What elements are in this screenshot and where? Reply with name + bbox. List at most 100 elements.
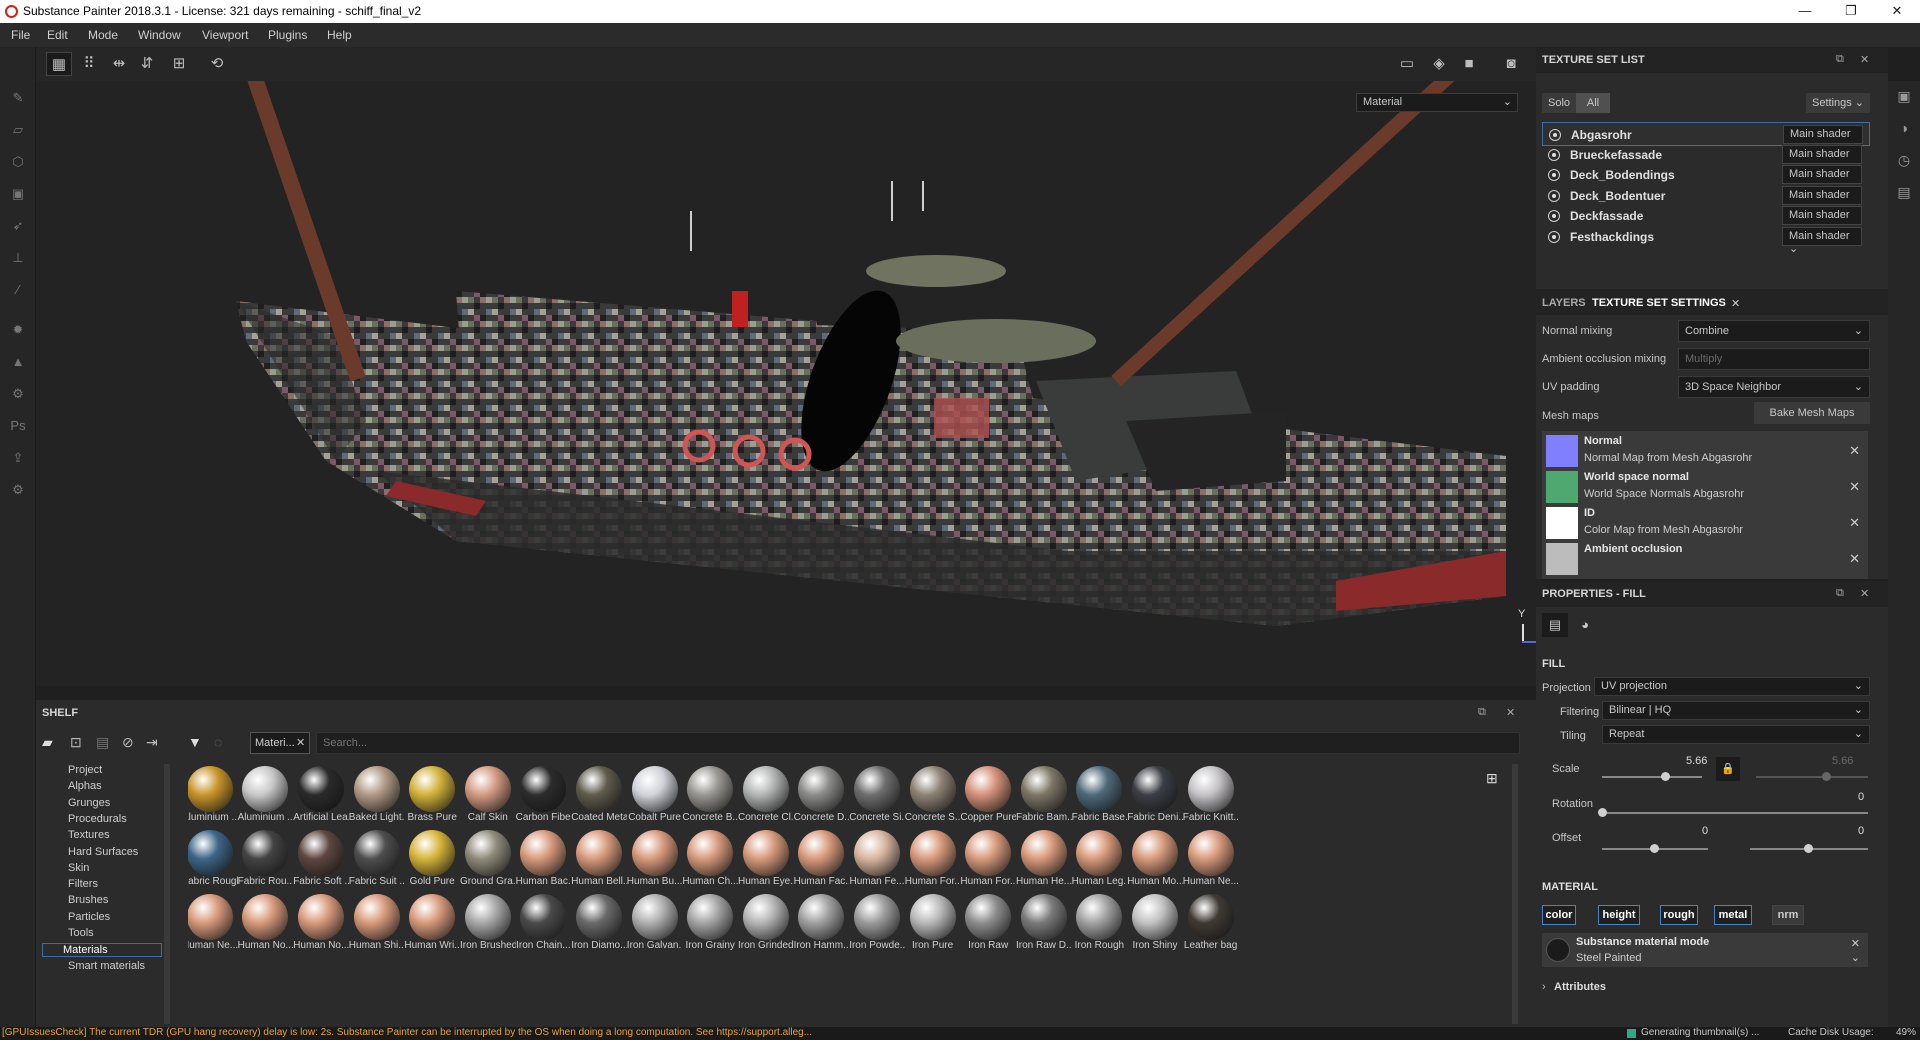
texture-set-row[interactable]: Festhackdings Main shader ⌄ (1542, 225, 1870, 255)
eraser-icon[interactable]: ▱ (9, 121, 27, 139)
shelf-category-item[interactable]: Particles (68, 911, 110, 923)
menu-viewport[interactable]: Viewport (202, 28, 248, 42)
close-panel-icon[interactable]: ✕ (1506, 706, 1515, 719)
shader-select[interactable]: Main shader ⌄ (1782, 206, 1862, 234)
mesh-map-item[interactable]: Ambient occlusion ✕ (1542, 539, 1868, 579)
shelf-category-item[interactable]: Grunges (68, 797, 110, 809)
gpu-warning-text[interactable]: [GPUIssuesCheck] The current TDR (GPU ha… (2, 1027, 812, 1038)
camera-video-icon[interactable]: ■ (1456, 52, 1482, 76)
display-settings-icon[interactable]: ▣ (1895, 87, 1913, 105)
3d-viewport[interactable]: Material ⌄ Y Z (36, 81, 1536, 686)
bake-mesh-maps-button[interactable]: Bake Mesh Maps (1754, 402, 1870, 424)
3d-view-icon[interactable]: ◈ (1426, 52, 1452, 76)
visibility-radio-icon[interactable] (1549, 129, 1561, 141)
float-panel-icon[interactable]: ⧉ (1836, 587, 1844, 600)
channel-nrm-toggle[interactable]: nrm (1772, 905, 1804, 925)
remove-mesh-map-icon[interactable]: ✕ (1849, 515, 1860, 531)
channel-metal-toggle[interactable]: metal (1714, 905, 1752, 925)
multi-grid-icon[interactable]: ⠿ (76, 52, 102, 76)
solo-button[interactable]: Solo (1542, 93, 1576, 113)
normal-mixing-select[interactable]: Combine ⌄ (1678, 320, 1870, 342)
hide-icon[interactable]: ⊘ (122, 734, 134, 751)
settings-icon[interactable]: ⚙ (9, 385, 27, 403)
float-panel-icon[interactable]: ⧉ (1836, 53, 1844, 66)
visibility-radio-icon[interactable] (1548, 169, 1560, 181)
filtering-select[interactable]: Bilinear | HQ ⌄ (1602, 701, 1870, 720)
offset-y-slider-handle[interactable] (1804, 844, 1813, 853)
symmetry-y-icon[interactable]: ⇵ (134, 52, 160, 76)
shelf-category-item[interactable]: Skin (68, 862, 89, 874)
shelf-category-item[interactable]: Tools (68, 927, 94, 939)
shelf-category-item[interactable]: Alphas (68, 780, 102, 792)
fill-properties-icon[interactable]: ▤ (1542, 613, 1568, 637)
substance-material-mode-card[interactable]: Substance material mode Steel Painted ✕ … (1542, 933, 1868, 967)
close-panel-icon[interactable]: ✕ (1860, 587, 1869, 600)
grid-view-icon[interactable]: ▦ (46, 52, 72, 76)
tab-layers[interactable]: LAYERS (1542, 297, 1586, 309)
scale-slider-handle[interactable] (1661, 772, 1670, 781)
menu-file[interactable]: File (11, 28, 30, 42)
shelf-category-item[interactable]: Procedurals (68, 813, 127, 825)
material-thumbnail[interactable]: Iron Rough (1072, 892, 1128, 968)
material-thumbnail[interactable]: Iron Hamm... (794, 892, 849, 968)
visibility-radio-icon[interactable] (1548, 210, 1560, 222)
viewport-mode-select[interactable]: Material ⌄ (1356, 93, 1518, 112)
smudge-icon[interactable]: ➶ (9, 217, 27, 235)
chevron-right-icon[interactable]: › (1542, 981, 1546, 993)
bake-icon[interactable]: ✹ (9, 321, 27, 339)
bell-icon[interactable]: ▲ (9, 353, 27, 371)
add-frame-icon[interactable]: ⊞ (166, 52, 192, 76)
attributes-section[interactable]: Attributes (1554, 981, 1606, 993)
refresh-icon[interactable]: ◌ (214, 734, 222, 750)
folder-icon[interactable]: ▰ (42, 734, 53, 751)
export-icon[interactable]: ⇪ (9, 449, 27, 467)
preferences-icon[interactable]: ⚙ (9, 481, 27, 499)
shader-select[interactable]: Main shader ⌄ (1782, 185, 1862, 214)
paint-brush-icon[interactable]: ✎ (9, 89, 27, 107)
2d-view-icon[interactable]: ▭ (1394, 52, 1420, 76)
visibility-radio-icon[interactable] (1548, 230, 1560, 243)
close-panel-icon[interactable]: ✕ (1860, 53, 1869, 66)
menu-window[interactable]: Window (138, 28, 181, 42)
remove-filter-icon[interactable]: ✕ (296, 736, 305, 749)
material-sphere-icon[interactable]: ◕ (1572, 613, 1598, 637)
shelf-category-item[interactable]: Materials (42, 943, 162, 958)
photoshop-icon[interactable]: Ps (9, 417, 27, 435)
tiling-select[interactable]: Repeat ⌄ (1602, 725, 1870, 744)
float-panel-icon[interactable]: ⧉ (1478, 706, 1486, 719)
close-window-button[interactable]: ✕ (1882, 2, 1912, 20)
material-thumbnail[interactable]: Human Wri... (404, 892, 460, 968)
history-icon[interactable]: ⟲ (204, 52, 230, 76)
remove-mesh-map-icon[interactable]: ✕ (1849, 443, 1860, 459)
material-thumbnail[interactable]: Leather bag (1183, 892, 1239, 968)
shelf-category-item[interactable]: Project (68, 764, 102, 776)
close-tab-icon[interactable]: ✕ (1731, 297, 1740, 310)
channel-color-toggle[interactable]: color (1542, 905, 1576, 925)
shelf-category-item[interactable]: Smart materials (68, 960, 145, 972)
material-thumbnail[interactable]: Iron Pure (905, 892, 961, 968)
remove-mesh-map-icon[interactable]: ✕ (1849, 551, 1860, 567)
history-clock-icon[interactable]: ◷ (1895, 151, 1913, 169)
channel-height-toggle[interactable]: height (1598, 905, 1640, 925)
all-button[interactable]: All (1576, 93, 1610, 113)
shader-select[interactable]: Main shader ⌄ (1782, 165, 1862, 193)
environment-icon[interactable]: ◑ (1895, 119, 1913, 137)
shelf-category-item[interactable]: Hard Surfaces (68, 846, 138, 858)
shader-select[interactable]: Main shader ⌄ (1783, 125, 1863, 153)
scale-slider-track[interactable] (1602, 776, 1702, 778)
visibility-radio-icon[interactable] (1548, 189, 1560, 202)
tab-texture-set-settings[interactable]: TEXTURE SET SETTINGS (1592, 297, 1726, 309)
import-icon[interactable]: ⇥ (146, 734, 158, 751)
material-thumbnail[interactable]: Iron Grinded (738, 892, 794, 968)
channel-rough-toggle[interactable]: rough (1660, 905, 1698, 925)
material-thumbnail[interactable]: Iron Raw D... (1016, 892, 1072, 968)
mesh-map-item[interactable]: World space normal World Space Normals Ab… (1542, 467, 1868, 507)
ao-mixing-select[interactable]: Multiply (1678, 348, 1870, 370)
material-thumbnail[interactable]: Human Ne... (188, 892, 238, 968)
menu-plugins[interactable]: Plugins (268, 28, 307, 42)
material-thumbnail[interactable]: Human No... (293, 892, 349, 968)
rotation-slider-track[interactable] (1602, 812, 1868, 814)
material-thumbnail[interactable]: Human No... (238, 892, 293, 968)
material-thumbnail[interactable]: Iron Raw (960, 892, 1016, 968)
visibility-radio-icon[interactable] (1548, 148, 1560, 161)
